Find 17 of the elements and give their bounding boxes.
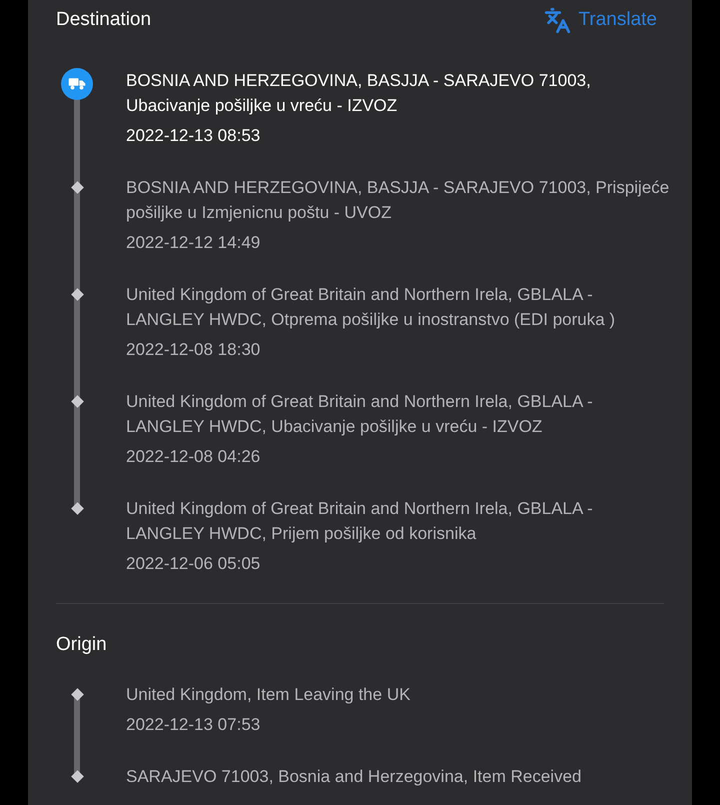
event-description: United Kingdom of Great Britain and Northern Irela, GBLALA - LANGLEY HWDC, Ubacivanje pošiljke u vreću - IZVOZ xyxy=(126,390,594,438)
event-time: 2022-12-06 05:05 xyxy=(126,552,262,574)
event-description: SARAJEVO 71003, Bosnia and Herzegovina, Item Received xyxy=(126,766,582,788)
translate-icon xyxy=(544,6,570,34)
event-time: 2022-12-08 18:30 xyxy=(126,338,262,360)
event-description: BOSNIA AND HERZEGOVINA, BASJJA - SARAJEVO 71003, Ubacivanje pošiljke u vreću - IZVOZ xyxy=(126,70,592,116)
translate-button[interactable]: Translate xyxy=(544,6,657,34)
event-time: 2022-12-13 07:53 xyxy=(126,714,262,736)
section-title: Origin xyxy=(56,632,107,656)
event-time: 2022-12-08 04:26 xyxy=(126,446,262,468)
event-time: 2022-12-12 14:49 xyxy=(126,232,262,254)
event-time: 2022-12-13 08:53 xyxy=(126,124,262,146)
event-description: United Kingdom, Item Leaving the UK xyxy=(126,684,412,706)
event-description: BOSNIA AND HERZEGOVINA, BASJJA - SARAJEVO 71003, Prispijeće pošiljke u Izmjenicnu poštu - UVOZ xyxy=(126,176,670,224)
section-title: Destination xyxy=(56,8,152,32)
event-description: United Kingdom of Great Britain and Northern Irela, GBLALA - LANGLEY HWDC, Otprema pošiljke u inostranstvo (EDI poruka ) xyxy=(126,284,616,330)
event-description: United Kingdom of Great Britain and Northern Irela, GBLALA - LANGLEY HWDC, Prijem pošiljke od korisnika xyxy=(126,498,594,544)
